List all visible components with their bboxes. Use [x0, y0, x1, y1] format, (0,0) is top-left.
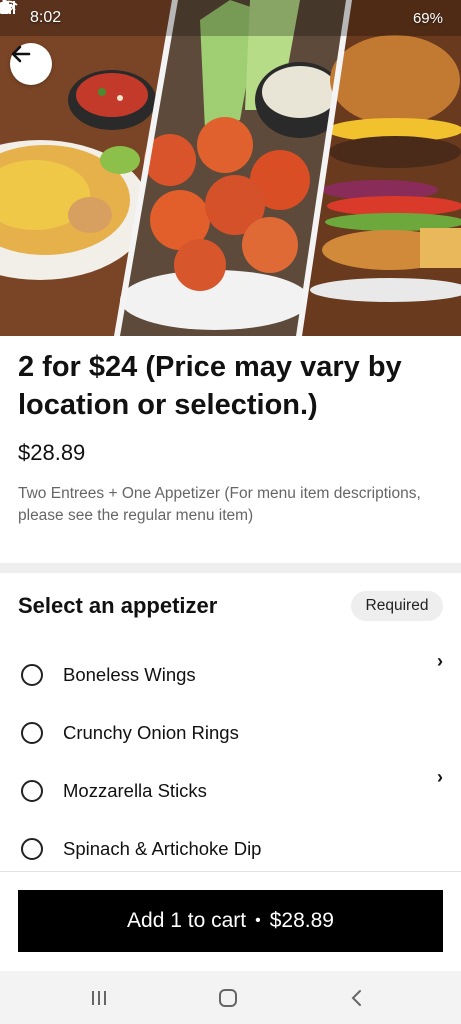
add-to-cart-price: $28.89 — [269, 909, 334, 932]
home-button[interactable] — [208, 983, 248, 1013]
arrow-left-icon — [11, 45, 31, 63]
status-icons: 69% — [0, 0, 443, 27]
chevron-right-icon[interactable]: › — [437, 767, 443, 788]
radio-button[interactable] — [21, 780, 43, 802]
hero-food-image: 8:02 69% — [0, 0, 461, 336]
item-description: Two Entrees + One Appetizer (For menu it… — [18, 485, 421, 524]
radio-button[interactable] — [21, 838, 43, 860]
separator-dot: • — [255, 912, 261, 929]
radio-button[interactable] — [21, 722, 43, 744]
add-to-cart-label: Add 1 to cart — [127, 909, 247, 932]
food-collage-illustration — [0, 0, 461, 336]
recent-apps-icon — [92, 991, 106, 1005]
recent-apps-button[interactable] — [79, 983, 119, 1013]
back-nav-icon — [351, 990, 361, 1006]
option-mozzarella-sticks[interactable]: Mozzarella Sticks › — [0, 763, 461, 819]
required-badge: Required — [351, 591, 443, 621]
section-title-appetizer: Select an appetizer — [18, 593, 218, 618]
option-label: Crunchy Onion Rings — [63, 722, 239, 743]
option-spinach-artichoke-dip[interactable]: Spinach & Artichoke Dip — [0, 821, 461, 877]
section-divider — [0, 563, 461, 573]
option-crunchy-onion-rings[interactable]: Crunchy Onion Rings — [0, 705, 461, 761]
item-price: $28.89 — [18, 440, 86, 465]
option-boneless-wings[interactable]: Boneless Wings › — [0, 647, 461, 703]
system-nav-bar — [0, 971, 461, 1024]
radio-button[interactable] — [21, 664, 43, 686]
item-title: 2 for $24 (Price may vary by location or… — [18, 351, 402, 421]
option-label: Spinach & Artichoke Dip — [63, 838, 262, 859]
back-button[interactable] — [10, 43, 52, 85]
status-bar: 8:02 69% — [0, 0, 461, 36]
option-label: Mozzarella Sticks — [63, 780, 207, 801]
home-icon — [219, 989, 237, 1007]
back-nav-button[interactable] — [337, 983, 377, 1013]
chevron-right-icon[interactable]: › — [437, 651, 443, 672]
battery-percent: 69% — [412, 9, 443, 27]
add-to-cart-button[interactable]: Add 1 to cart • $28.89 — [18, 890, 443, 952]
status-time: 8:02 — [30, 9, 62, 26]
battery-icon — [0, 0, 9, 14]
option-label: Boneless Wings — [63, 664, 196, 685]
